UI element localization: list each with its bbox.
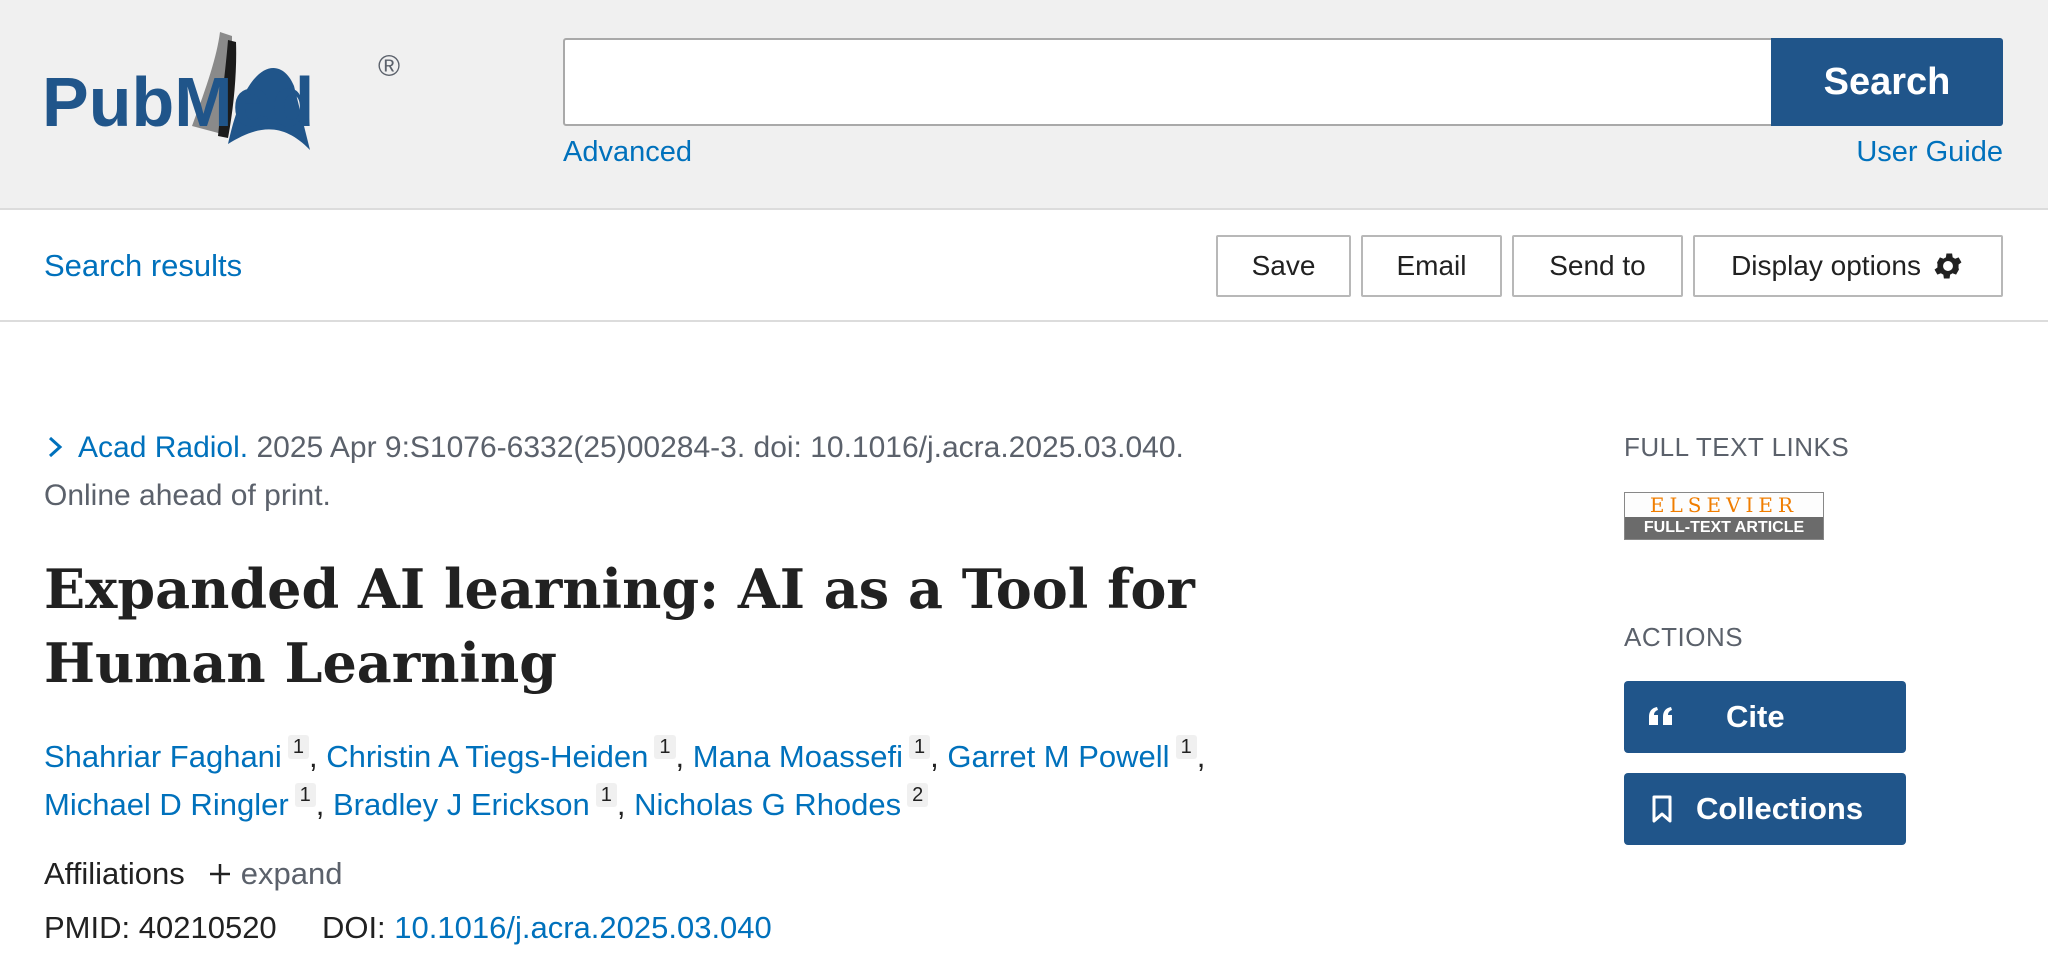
affiliations-label: Affiliations bbox=[44, 856, 185, 891]
doi-link[interactable]: 10.1016/j.acra.2025.03.040 bbox=[394, 910, 771, 945]
plus-icon[interactable] bbox=[207, 861, 233, 887]
publication-status: Online ahead of print. bbox=[44, 479, 331, 512]
cite-button[interactable]: Cite bbox=[1624, 681, 1906, 753]
affiliations-row: Affiliations expand bbox=[44, 856, 342, 892]
pmid-label: PMID: bbox=[44, 910, 131, 945]
search-results-link[interactable]: Search results bbox=[44, 248, 242, 284]
affiliation-number[interactable]: 1 bbox=[294, 783, 316, 807]
elsevier-logo-text: ELSEVIER bbox=[1625, 493, 1823, 517]
pmid-value: 40210520 bbox=[138, 910, 277, 945]
identifiers-row: PMID: 40210520 DOI: 10.1016/j.acra.2025.… bbox=[44, 910, 772, 946]
author-link[interactable]: Bradley J Erickson bbox=[333, 787, 590, 822]
authors-list: Shahriar Faghani 1, Christin A Tiegs-Heid… bbox=[44, 733, 1344, 829]
author-separator: , bbox=[616, 787, 635, 822]
affiliation-number[interactable]: 1 bbox=[287, 735, 309, 759]
author-link[interactable]: Michael D Ringler bbox=[44, 787, 289, 822]
user-guide-link[interactable]: User Guide bbox=[1856, 136, 2003, 169]
registered-mark: ® bbox=[378, 50, 400, 83]
affiliation-number[interactable]: 2 bbox=[907, 783, 929, 807]
citation-details: 2025 Apr 9:S1076-6332(25)00284-3. doi: 1… bbox=[256, 431, 1184, 464]
search-input[interactable] bbox=[563, 38, 1773, 126]
email-button[interactable]: Email bbox=[1361, 235, 1502, 297]
citation-line: Acad Radiol. 2025 Apr 9:S1076-6332(25)00… bbox=[44, 424, 1344, 520]
author-link[interactable]: Christin A Tiegs-Heiden bbox=[326, 739, 648, 774]
affiliation-number[interactable]: 1 bbox=[595, 783, 617, 807]
gear-icon bbox=[1934, 253, 1962, 279]
chevron-right-icon[interactable] bbox=[44, 435, 66, 459]
author-separator: , bbox=[315, 787, 333, 822]
author-separator: , bbox=[1196, 739, 1206, 774]
bookmark-icon bbox=[1652, 795, 1672, 823]
doi-label: DOI: bbox=[321, 910, 386, 945]
send-to-button[interactable]: Send to bbox=[1512, 235, 1683, 297]
author-separator: , bbox=[308, 739, 327, 774]
affiliation-number[interactable]: 1 bbox=[1175, 735, 1197, 759]
author-link[interactable]: Mana Moassefi bbox=[693, 739, 903, 774]
author-link[interactable]: Garret M Powell bbox=[947, 739, 1169, 774]
pubmed-logo[interactable]: PubMed ® bbox=[42, 26, 412, 156]
full-text-links-heading: FULL TEXT LINKS bbox=[1624, 432, 1850, 462]
elsevier-full-text-link[interactable]: ELSEVIER FULL-TEXT ARTICLE bbox=[1624, 492, 1824, 540]
cite-label: Cite bbox=[1726, 699, 1785, 734]
journal-link[interactable]: Acad Radiol. bbox=[78, 431, 248, 464]
article-toolbar: Search results Save Email Send to Displa… bbox=[0, 210, 2048, 322]
collections-button[interactable]: Collections bbox=[1624, 773, 1906, 845]
author-separator: , bbox=[930, 739, 948, 774]
logo-text: PubMed bbox=[42, 63, 314, 141]
collections-label: Collections bbox=[1696, 791, 1864, 826]
pubmed-logo-graphic: PubMed ® bbox=[42, 32, 400, 150]
display-options-button[interactable]: Display options bbox=[1693, 235, 2003, 297]
author-link[interactable]: Nicholas G Rhodes bbox=[634, 787, 901, 822]
quote-icon bbox=[1649, 707, 1672, 725]
affiliation-number[interactable]: 1 bbox=[654, 735, 676, 759]
search-button[interactable]: Search bbox=[1771, 38, 2003, 126]
affiliation-number[interactable]: 1 bbox=[908, 735, 931, 759]
expand-affiliations-toggle[interactable]: expand bbox=[241, 856, 343, 892]
site-header: PubMed ® Search Advanced User Guide bbox=[0, 0, 2048, 210]
advanced-search-link[interactable]: Advanced bbox=[563, 136, 692, 169]
actions-heading: ACTIONS bbox=[1624, 622, 1744, 652]
save-button[interactable]: Save bbox=[1216, 235, 1351, 297]
elsevier-full-text-label: FULL-TEXT ARTICLE bbox=[1625, 517, 1823, 539]
display-options-label: Display options bbox=[1731, 250, 1921, 281]
author-link[interactable]: Shahriar Faghani bbox=[44, 739, 282, 774]
author-separator: , bbox=[675, 739, 693, 774]
article-title: Expanded AI learning: AI as a Tool for H… bbox=[44, 557, 1195, 695]
